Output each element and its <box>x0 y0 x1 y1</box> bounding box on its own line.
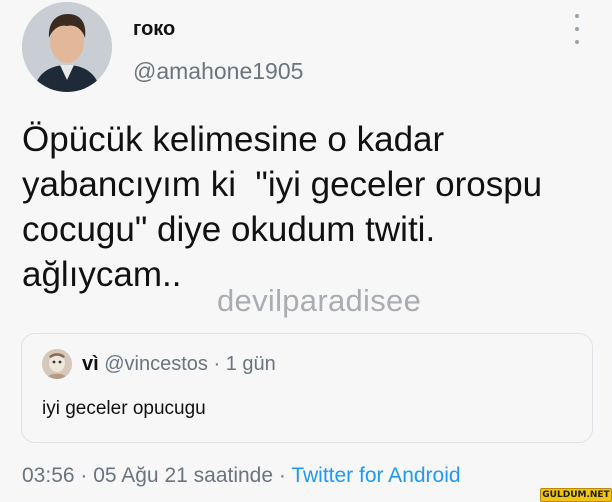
tweet-timestamp[interactable]: 03:56 · 05 Ağu 21 saatinde · <box>22 464 291 487</box>
more-options-icon[interactable] <box>570 14 584 44</box>
quoted-author-handle-time: @vincestos · 1 gün <box>98 353 276 375</box>
profile-photo-man-icon <box>22 2 112 92</box>
author-handle[interactable]: @amahone1905 <box>133 58 303 85</box>
quoted-author-avatar[interactable] <box>42 349 72 379</box>
tweet-text: Öpücük kelimesine o kadar yabancıyım ki … <box>22 117 542 297</box>
author-display-name[interactable]: гоко <box>133 18 175 41</box>
quoted-tweet-card[interactable]: vì @vincestos · 1 gün iyi geceler opucug… <box>21 333 593 443</box>
quoted-tweet-text: iyi geceler opucugu <box>42 398 206 419</box>
profile-photo-icon <box>42 349 72 379</box>
author-avatar[interactable] <box>22 2 112 92</box>
tweet-source-link[interactable]: Twitter for Android <box>291 464 460 487</box>
tweet-line: Öpücük kelimesine o kadar <box>22 120 445 159</box>
site-logo: GULDUM.NET <box>540 488 612 502</box>
watermark: devilparadisee <box>217 283 422 318</box>
quoted-author-display-name[interactable]: vì <box>82 353 99 375</box>
tweet-footer: 03:56 · 05 Ağu 21 saatinde · Twitter for… <box>22 464 461 488</box>
tweet-line: yabancıyım ki "iyi geceler orospu <box>22 165 543 204</box>
tweet-line: cocugu" diye okudum twiti. <box>22 210 436 249</box>
quoted-tweet-header: vì @vincestos · 1 gün <box>82 353 276 376</box>
